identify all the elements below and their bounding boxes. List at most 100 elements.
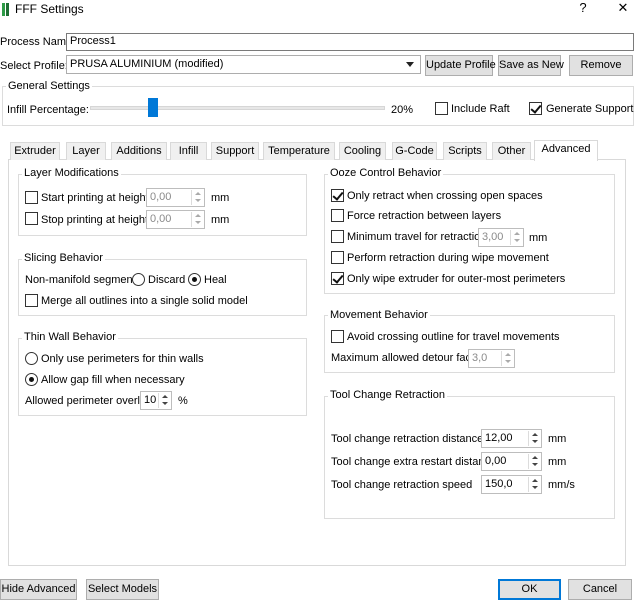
discard-radio[interactable] <box>132 273 145 286</box>
avoid-crossing-label: Avoid crossing outline for travel moveme… <box>347 331 560 343</box>
tab-scripts[interactable]: Scripts <box>443 142 487 160</box>
tab-temperature[interactable]: Temperature <box>263 142 335 160</box>
perform-retraction-label: Perform retraction during wipe movement <box>347 252 549 264</box>
tab-infill[interactable]: Infill <box>170 142 207 160</box>
max-detour-spinner[interactable]: 3,0 <box>468 349 515 368</box>
avoid-crossing-checkbox[interactable] <box>331 330 344 343</box>
slicing-behavior-group <box>18 259 307 316</box>
extra-restart-label: Tool change extra restart distance <box>331 456 497 468</box>
spin-down-icon[interactable] <box>501 358 513 366</box>
only-perimeters-radio[interactable] <box>25 352 38 365</box>
profile-select-value: PRUSA ALUMINIUM (modified) <box>70 58 224 70</box>
heal-label: Heal <box>204 274 227 286</box>
process-name-input[interactable]: Process1 <box>66 33 634 51</box>
thin-wall-behavior-title: Thin Wall Behavior <box>22 331 118 343</box>
slicing-behavior-title: Slicing Behavior <box>22 252 105 264</box>
tab-g-code[interactable]: G-Code <box>392 142 437 160</box>
close-icon[interactable]: ✕ <box>613 0 633 16</box>
select-models-button[interactable]: Select Models <box>86 579 159 600</box>
only-wipe-checkbox[interactable] <box>331 272 344 285</box>
stop-printing-checkbox[interactable] <box>25 212 38 225</box>
only-perimeters-label: Only use perimeters for thin walls <box>41 353 204 365</box>
stop-height-spinner[interactable]: 0,00 <box>146 210 205 229</box>
ok-button[interactable]: OK <box>498 579 561 600</box>
perimeter-overlap-label: Allowed perimeter overlap <box>25 395 153 407</box>
infill-slider-track[interactable] <box>90 106 385 110</box>
retraction-distance-label: Tool change retraction distance <box>331 433 484 445</box>
infill-slider-thumb[interactable] <box>148 98 158 117</box>
perimeter-overlap-spinner[interactable]: 10 <box>140 391 172 410</box>
min-travel-checkbox[interactable] <box>331 230 344 243</box>
max-detour-value: 3,0 <box>472 352 488 364</box>
infill-percentage-label: Infill Percentage: <box>7 104 89 116</box>
tab-cooling[interactable]: Cooling <box>339 142 386 160</box>
movement-behavior-title: Movement Behavior <box>328 309 430 321</box>
merge-outlines-checkbox[interactable] <box>25 294 38 307</box>
select-profile-label: Select Profile: <box>0 60 68 72</box>
spin-down-icon[interactable] <box>191 219 203 227</box>
start-height-spinner[interactable]: 0,00 <box>146 188 205 207</box>
profile-select[interactable]: PRUSA ALUMINIUM (modified) <box>66 55 421 74</box>
tab-extruder[interactable]: Extruder <box>10 142 60 160</box>
retraction-distance-spinner[interactable]: 12,00 <box>481 429 542 448</box>
ooze-control-title: Ooze Control Behavior <box>328 167 444 179</box>
perimeter-overlap-value: 10 <box>144 394 157 406</box>
start-printing-checkbox[interactable] <box>25 191 38 204</box>
heal-radio[interactable] <box>188 273 201 286</box>
cancel-button[interactable]: Cancel <box>568 579 632 600</box>
force-retraction-label: Force retraction between layers <box>347 210 502 222</box>
infill-percentage-value: 20% <box>391 104 414 116</box>
spin-down-icon[interactable] <box>528 438 540 446</box>
update-profile-button[interactable]: Update Profile <box>425 55 496 76</box>
tool-change-retraction-title: Tool Change Retraction <box>328 389 447 401</box>
help-icon[interactable]: ? <box>573 0 593 15</box>
tab-advanced[interactable]: Advanced <box>534 140 598 161</box>
max-detour-label: Maximum allowed detour factor <box>331 352 484 364</box>
non-manifold-label: Non-manifold segments: <box>25 274 145 286</box>
include-raft-label: Include Raft <box>451 103 510 115</box>
min-travel-label: Minimum travel for retraction <box>347 231 487 243</box>
spin-down-icon[interactable] <box>510 237 522 245</box>
title-bar: FFF Settings ? ✕ <box>0 0 641 20</box>
extra-restart-value: 0,00 <box>485 455 507 467</box>
stop-height-unit: mm <box>211 214 230 226</box>
tab-support[interactable]: Support <box>211 142 259 160</box>
min-travel-value: 3,00 <box>482 231 504 243</box>
start-height-unit: mm <box>211 192 230 204</box>
generate-support-checkbox[interactable] <box>529 102 542 115</box>
tab-additions[interactable]: Additions <box>111 142 167 160</box>
only-retract-checkbox[interactable] <box>331 189 344 202</box>
retraction-distance-value: 12,00 <box>485 432 513 444</box>
stop-printing-label: Stop printing at height <box>41 214 149 226</box>
merge-outlines-label: Merge all outlines into a single solid m… <box>41 295 248 307</box>
chevron-down-icon <box>406 62 414 67</box>
perform-retraction-checkbox[interactable] <box>331 251 344 264</box>
tab-other[interactable]: Other <box>492 142 531 160</box>
spin-down-icon[interactable] <box>528 484 540 492</box>
window-title: FFF Settings <box>15 2 84 16</box>
extra-restart-spinner[interactable]: 0,00 <box>481 452 542 471</box>
save-as-new-button[interactable]: Save as New <box>498 55 564 76</box>
retraction-speed-label: Tool change retraction speed <box>331 479 473 491</box>
include-raft-checkbox[interactable] <box>435 102 448 115</box>
hide-advanced-button[interactable]: Hide Advanced <box>0 579 77 600</box>
retraction-distance-unit: mm <box>548 433 567 445</box>
spin-down-icon[interactable] <box>528 461 540 469</box>
retraction-speed-spinner[interactable]: 150,0 <box>481 475 542 494</box>
stop-height-value: 0,00 <box>150 213 172 225</box>
force-retraction-checkbox[interactable] <box>331 209 344 222</box>
general-settings-title: General Settings <box>6 80 92 92</box>
only-retract-label: Only retract when crossing open spaces <box>347 190 543 202</box>
min-travel-spinner[interactable]: 3,00 <box>478 228 524 247</box>
spin-down-icon[interactable] <box>158 400 170 408</box>
min-travel-unit: mm <box>529 232 548 244</box>
extra-restart-unit: mm <box>548 456 567 468</box>
allow-gap-fill-label: Allow gap fill when necessary <box>41 374 185 386</box>
layer-modifications-title: Layer Modifications <box>22 167 121 179</box>
allow-gap-fill-radio[interactable] <box>25 373 38 386</box>
only-wipe-label: Only wipe extruder for outer-most perime… <box>347 273 566 285</box>
spin-down-icon[interactable] <box>191 197 203 205</box>
remove-button[interactable]: Remove <box>569 55 633 76</box>
start-printing-label: Start printing at height <box>41 192 149 204</box>
tab-layer[interactable]: Layer <box>66 142 106 160</box>
